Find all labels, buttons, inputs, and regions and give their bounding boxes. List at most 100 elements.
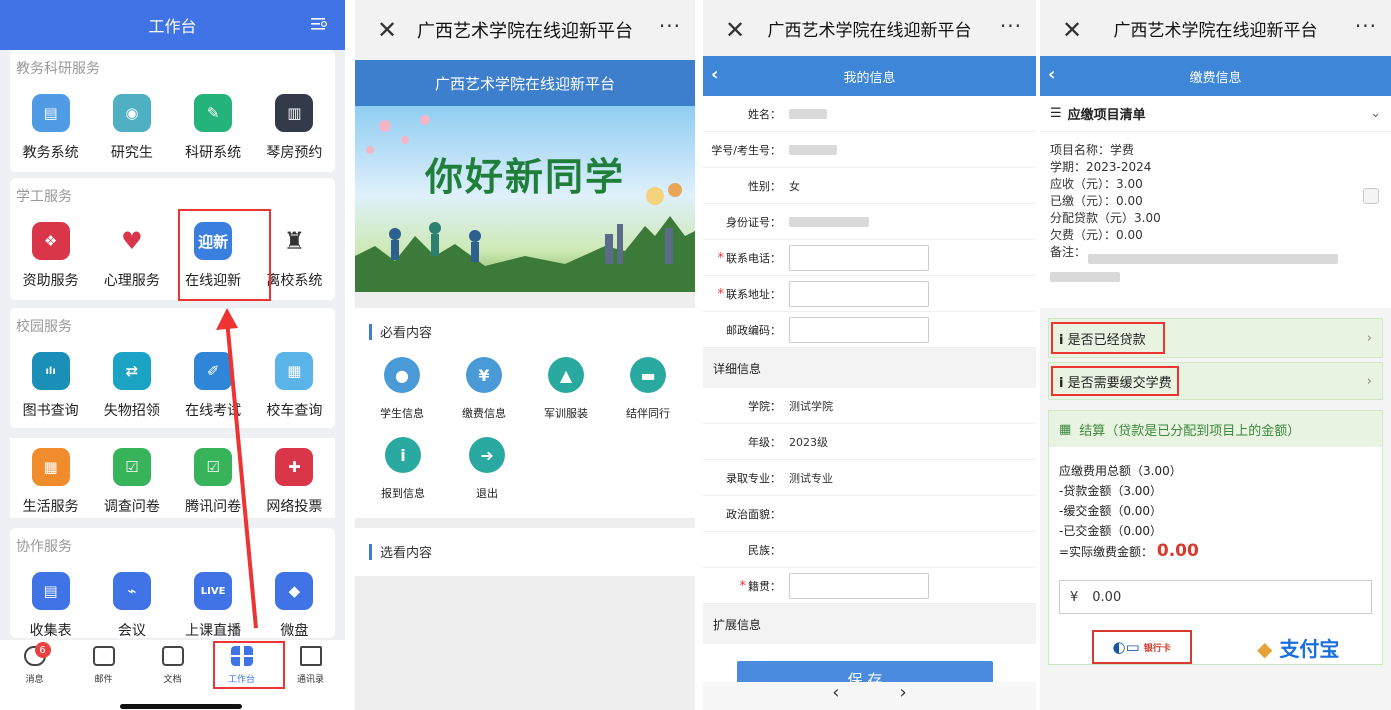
required-mark: * bbox=[717, 286, 725, 302]
field-label: 邮政编码： bbox=[703, 322, 789, 338]
settlement-card: ▦ 结算（贷款是已分配到项目上的金额） 应缴费用总额（3.00） -贷款金额（3.… bbox=[1048, 410, 1383, 665]
field-label: 身份证号： bbox=[703, 214, 789, 230]
loan-question-row[interactable]: i 是否已经贷款 › bbox=[1048, 318, 1383, 358]
menu-item[interactable]: ¥ 缴费信息 bbox=[443, 357, 525, 421]
highlight-box-loan bbox=[1051, 322, 1165, 354]
field-label-text: 联系地址： bbox=[726, 287, 781, 301]
fee-item-line: 应收（元）：3.00 bbox=[1050, 177, 1143, 191]
redacted-note bbox=[1088, 254, 1338, 264]
wechat-page-title: 广西艺术学院在线迎新平台 bbox=[767, 20, 972, 41]
section-accent-bar bbox=[369, 543, 372, 560]
form-row: 学院： 测试学院 bbox=[703, 388, 1036, 424]
fee-item-line: 欠费（元）：0.00 bbox=[1050, 228, 1143, 242]
field-label: 姓名： bbox=[703, 106, 789, 122]
fee-item-line: 项目名称：学费 bbox=[1050, 143, 1135, 157]
fee-list-title: 应缴项目清单 bbox=[1067, 108, 1146, 123]
text-input[interactable] bbox=[789, 572, 929, 599]
red-arrow-annotation bbox=[216, 308, 258, 629]
extension-group-header: 扩展信息 bbox=[703, 604, 1036, 644]
fee-item-line: 学期：2023-2024 bbox=[1050, 160, 1152, 174]
optional-title: 选看内容 bbox=[355, 528, 695, 575]
menu-item[interactable]: ● 学生信息 bbox=[361, 357, 443, 421]
form-row: * 籍贯： bbox=[703, 568, 1036, 604]
settlement-body: 应缴费用总额（3.00） -贷款金额（3.00） -缓交金额（0.00） -已交金额（… bbox=[1049, 447, 1382, 568]
field-label: 学号/考生号： bbox=[703, 142, 789, 158]
settlement-line: -已交金额（0.00） bbox=[1059, 524, 1163, 538]
close-icon[interactable]: ✕ bbox=[1062, 16, 1082, 44]
actual-amount-label: =实际缴费金额： bbox=[1059, 545, 1154, 559]
chevron-right-icon: › bbox=[1366, 330, 1372, 346]
field-label-text: 联系电话： bbox=[726, 251, 781, 265]
payment-amount-input[interactable]: ¥ 0.00 bbox=[1059, 580, 1372, 614]
more-icon[interactable]: ··· bbox=[659, 14, 681, 38]
menu-item[interactable]: ➜ 退出 bbox=[445, 437, 529, 501]
menu-item-label: 军训服装 bbox=[544, 407, 588, 420]
fee-list-header[interactable]: ☰ 应缴项目清单 ⌄ bbox=[1040, 96, 1391, 132]
back-icon[interactable]: ‹ bbox=[711, 64, 718, 85]
menu-item-label: 学生信息 bbox=[380, 407, 424, 420]
close-icon[interactable]: ✕ bbox=[725, 16, 745, 44]
info-icon: i bbox=[385, 437, 421, 473]
text-input[interactable] bbox=[789, 316, 929, 343]
menu-item[interactable]: i 报到信息 bbox=[361, 437, 445, 501]
more-icon[interactable]: ··· bbox=[1355, 14, 1377, 38]
form-row: 政治面貌： bbox=[703, 496, 1036, 532]
optional-card: 选看内容 bbox=[355, 528, 695, 576]
text-input[interactable] bbox=[789, 280, 929, 307]
field-label: 政治面貌： bbox=[703, 506, 789, 522]
field-label-text: 籍贯： bbox=[748, 579, 781, 593]
defer-question-row[interactable]: i 是否需要缓交学费 › bbox=[1048, 362, 1383, 400]
unionpay-button[interactable]: ◐▭ 银行卡 bbox=[1091, 630, 1192, 664]
checkbox-icon[interactable] bbox=[1363, 188, 1379, 204]
highlight-box-defer bbox=[1051, 366, 1179, 396]
form-row: 录取专业： 测试专业 bbox=[703, 460, 1036, 496]
menu-item[interactable]: ▲ 军训服装 bbox=[525, 357, 607, 421]
fee-item-line: 已缴（元）：0.00 bbox=[1050, 194, 1143, 208]
text-input[interactable] bbox=[789, 244, 929, 271]
unionpay-logo-icon: ◐▭ bbox=[1112, 638, 1140, 656]
fee-item-line: 分配贷款（元）3.00 bbox=[1050, 211, 1161, 225]
close-icon[interactable]: ✕ bbox=[377, 16, 397, 44]
field-label-text: 身份证号： bbox=[726, 215, 781, 229]
page-title: 缴费信息 bbox=[1189, 70, 1242, 86]
field-label-text: 邮政编码： bbox=[726, 323, 781, 337]
menu-item[interactable]: ▬ 结伴同行 bbox=[607, 357, 689, 421]
field-label: * 联系地址： bbox=[703, 286, 789, 302]
field-value: 测试专业 bbox=[789, 471, 833, 485]
wechat-title-bar: ✕ 广西艺术学院在线迎新平台 ··· bbox=[355, 0, 695, 60]
form-row: 邮政编码： bbox=[703, 312, 1036, 348]
welcome-home-panel: ✕ 广西艺术学院在线迎新平台 ··· 广西艺术学院在线迎新平台 你好新同学 必看… bbox=[355, 0, 695, 710]
field-label-text: 年级： bbox=[748, 435, 781, 449]
form-row: * 联系电话： bbox=[703, 240, 1036, 276]
form-row: 年级： 2023级 bbox=[703, 424, 1036, 460]
forward-arrow-icon[interactable]: › bbox=[900, 682, 907, 710]
settlement-line: -贷款金额（3.00） bbox=[1059, 484, 1163, 498]
payment-amount-value: 0.00 bbox=[1092, 589, 1122, 605]
required-mark: * bbox=[717, 250, 725, 266]
payment-info-panel: ✕ 广西艺术学院在线迎新平台 ··· ‹ 缴费信息 ☰ 应缴项目清单 ⌄ 项目名… bbox=[1040, 0, 1391, 710]
must-read-title: 必看内容 bbox=[355, 308, 695, 355]
back-arrow-icon[interactable]: ‹ bbox=[832, 682, 839, 710]
fee-item-details: 项目名称：学费学期：2023-2024 应收（元）：3.00 已缴（元）：0.00 分… bbox=[1040, 132, 1391, 308]
more-icon[interactable]: ··· bbox=[1000, 14, 1022, 38]
chevron-down-icon: ⌄ bbox=[1370, 106, 1381, 121]
field-value: 2023级 bbox=[789, 435, 828, 449]
settlement-line: 应缴费用总额（3.00） bbox=[1059, 464, 1182, 478]
back-icon[interactable]: ‹ bbox=[1048, 64, 1055, 85]
detail-group-header: 详细信息 bbox=[703, 348, 1036, 388]
field-value: 测试学院 bbox=[789, 399, 833, 413]
form-row: 性别： 女 bbox=[703, 168, 1036, 204]
wechat-page-title: 广西艺术学院在线迎新平台 bbox=[417, 21, 633, 42]
page-title: 我的信息 bbox=[843, 70, 896, 86]
redacted-value bbox=[789, 108, 827, 119]
wechat-page-title: 广西艺术学院在线迎新平台 bbox=[1113, 20, 1318, 41]
cap-icon: ▲ bbox=[548, 357, 584, 393]
exit-icon: ➜ bbox=[469, 437, 505, 473]
field-label-text: 民族： bbox=[748, 543, 781, 557]
alipay-button[interactable]: ◆ 支付宝 bbox=[1257, 633, 1339, 662]
redacted-value bbox=[789, 216, 869, 227]
must-read-card: 必看内容 ● 学生信息 ¥ 缴费信息 ▲ 军训服装 ▬ 结伴同行 i 报到信息 ➜ 退出 bbox=[355, 308, 695, 518]
browser-nav: ‹ › bbox=[703, 682, 1036, 710]
banner-title: 你好新同学 bbox=[424, 154, 625, 199]
menu-item-label: 退出 bbox=[476, 487, 498, 500]
